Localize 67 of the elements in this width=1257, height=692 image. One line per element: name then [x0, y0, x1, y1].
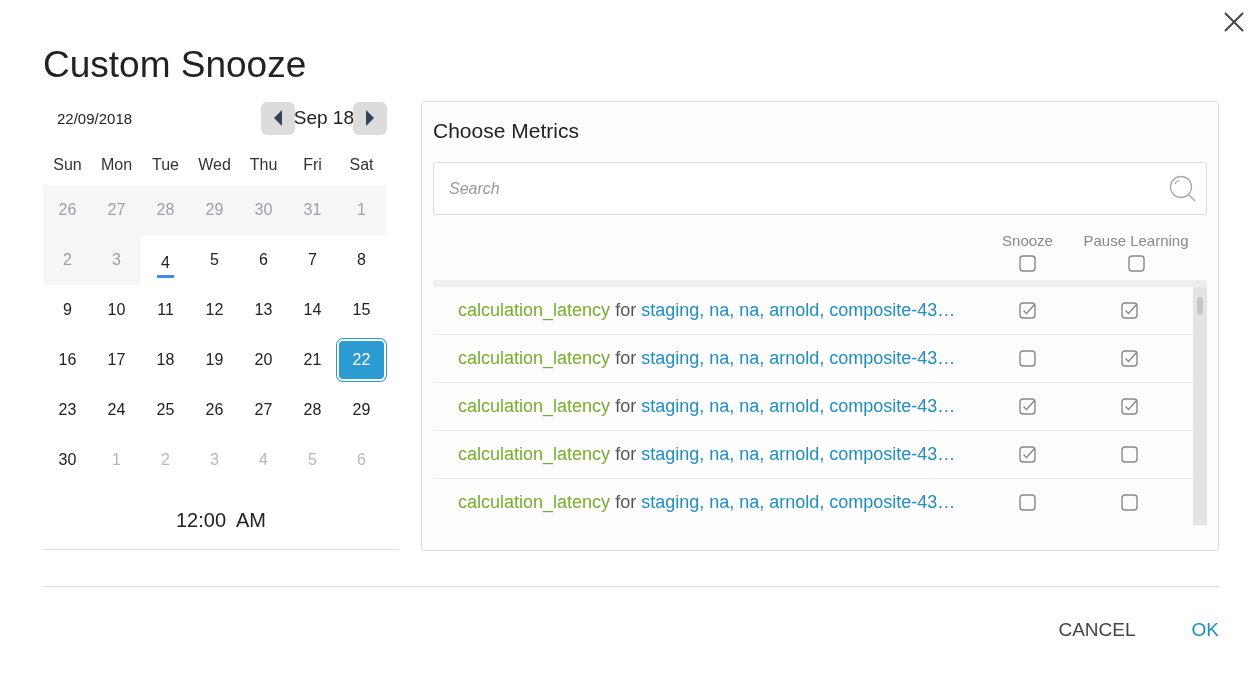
calendar-day[interactable]: 30 — [58, 451, 77, 469]
weekday-label: Wed — [197, 155, 232, 175]
calendar-day[interactable]: 7 — [308, 251, 317, 269]
cancel-button[interactable]: CANCEL — [1030, 615, 1164, 645]
checkbox[interactable] — [1019, 350, 1036, 367]
calendar-day[interactable]: 23 — [58, 401, 77, 419]
calendar-day[interactable]: 21 — [303, 351, 322, 369]
weekday-label: Thu — [248, 155, 279, 175]
month-label: Sep 18 — [293, 107, 354, 129]
checkbox[interactable] — [1127, 255, 1145, 272]
weekday-label: Mon — [99, 155, 134, 175]
previous-month-button[interactable] — [260, 101, 295, 135]
calendar-day[interactable]: 18 — [156, 351, 175, 369]
calendar-day[interactable]: 24 — [107, 401, 126, 419]
calendar-day[interactable]: 28 — [303, 401, 322, 419]
metric-label: calculation_latency for staging, na, na, arnold, composite-43… — [457, 396, 957, 417]
search-field[interactable]: Search — [433, 162, 1207, 215]
calendar-day[interactable]: 13 — [254, 301, 273, 319]
next-month-button[interactable] — [353, 101, 387, 135]
checked-checkbox[interactable] — [1019, 398, 1036, 415]
calendar-day[interactable]: 8 — [357, 251, 366, 269]
calendar-day[interactable]: 26 — [205, 401, 224, 419]
column-header: Snooze — [1002, 232, 1053, 249]
weekday-label: Tue — [151, 155, 180, 175]
checkbox[interactable] — [1019, 255, 1036, 272]
calendar-day[interactable]: 9 — [63, 301, 72, 319]
metric-label: calculation_latency for staging, na, na, arnold, composite-43… — [457, 348, 957, 369]
calendar-day[interactable]: 11 — [157, 301, 174, 319]
weekday-label: Sun — [52, 155, 83, 175]
time-value[interactable]: 12:00 AM — [175, 509, 267, 535]
calendar-day[interactable]: 29 — [352, 401, 371, 419]
selected-date: 22/09/2018 — [57, 109, 133, 127]
scrollbar[interactable] — [1193, 287, 1207, 525]
calendar-day[interactable]: 14 — [303, 301, 322, 319]
metric-label: calculation_latency for staging, na, na, arnold, composite-43… — [457, 444, 957, 465]
calendar-day[interactable]: 15 — [352, 301, 371, 319]
calendar-day[interactable]: 5 — [210, 251, 219, 269]
calendar-day[interactable]: 27 — [254, 401, 273, 419]
dialog-title: Custom Snooze — [43, 44, 307, 86]
checked-checkbox[interactable] — [1120, 302, 1138, 319]
checkbox[interactable] — [1120, 494, 1138, 511]
column-header: Pause Learning — [1083, 232, 1189, 249]
triangle-left-icon — [272, 110, 283, 126]
checkbox[interactable] — [1019, 494, 1036, 511]
calendar-day[interactable]: 6 — [259, 251, 268, 269]
calendar-day[interactable]: 10 — [107, 301, 126, 319]
metric-label: calculation_latency for staging, na, na, arnold, composite-43… — [457, 492, 957, 513]
calendar-day[interactable]: 17 — [107, 351, 126, 369]
checked-checkbox[interactable] — [1019, 302, 1036, 319]
weekday-label: Sat — [348, 155, 375, 175]
checkbox[interactable] — [1120, 446, 1138, 463]
ok-button[interactable]: OK — [1163, 615, 1219, 645]
panel-title: Choose Metrics — [433, 119, 579, 143]
calendar-day[interactable]: 20 — [254, 351, 273, 369]
search-icon — [1169, 175, 1196, 202]
calendar-day[interactable]: 12 — [205, 301, 224, 319]
checked-checkbox[interactable] — [1120, 398, 1138, 415]
calendar-day[interactable]: 16 — [58, 351, 77, 369]
close-icon — [1222, 10, 1246, 34]
checked-checkbox[interactable] — [1120, 350, 1138, 367]
calendar-day[interactable]: 4 — [157, 249, 174, 278]
metric-label: calculation_latency for staging, na, na, arnold, composite-43… — [457, 300, 957, 321]
triangle-right-icon — [365, 110, 375, 126]
weekday-label: Fri — [302, 155, 323, 175]
calendar-day[interactable]: 25 — [156, 401, 175, 419]
checked-checkbox[interactable] — [1019, 446, 1036, 463]
calendar-day[interactable]: 19 — [205, 351, 224, 369]
